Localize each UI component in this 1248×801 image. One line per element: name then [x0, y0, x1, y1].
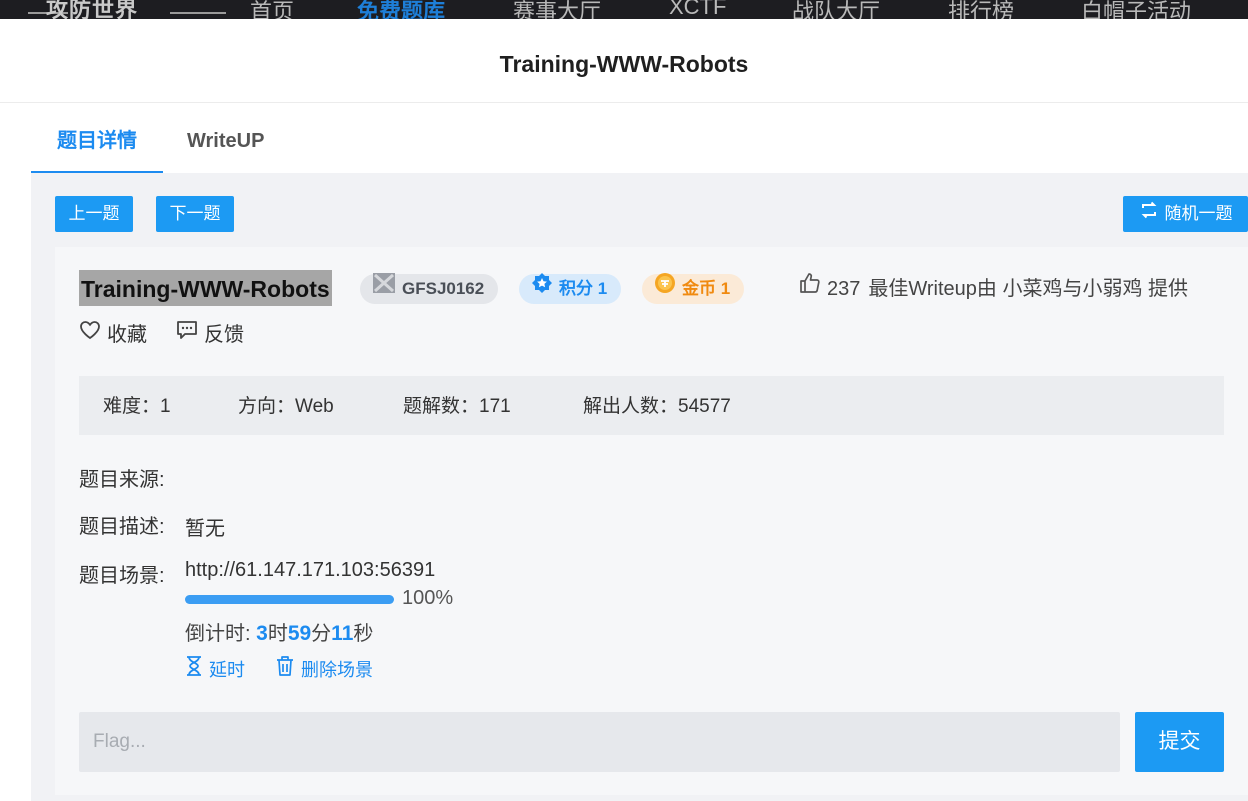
coin-badge: 金币 1: [642, 272, 745, 304]
top-navbar: 攻防世界 首页 免费题库 赛事大厅 XCTF 战队大厅 排行榜 白帽子活动: [0, 0, 1248, 19]
scene-progress-bar: [185, 595, 394, 604]
logo-decoration: [170, 12, 226, 14]
countdown-minutes-unit: 分: [311, 623, 332, 645]
random-challenge-label: 随机一题: [1164, 204, 1233, 223]
prev-challenge-button[interactable]: 上一题: [55, 196, 133, 232]
nav-item-events[interactable]: 赛事大厅: [513, 0, 601, 19]
countdown-hours-unit: 时: [267, 623, 288, 645]
hourglass-icon: [185, 655, 203, 684]
delete-scene-link[interactable]: 删除场景: [275, 655, 373, 684]
random-challenge-button[interactable]: 随机一题: [1123, 196, 1248, 232]
progress-percent: 100%: [402, 587, 454, 609]
direction-stat: 方向：Web: [238, 396, 334, 417]
likes-info: 237 最佳Writeup由 小菜鸡与小弱鸡 提供: [799, 272, 1189, 305]
tab-writeup[interactable]: WriteUP: [187, 104, 264, 174]
title-bar: Training-WWW-Robots: [0, 19, 1248, 103]
feedback-label: 反馈: [204, 324, 244, 346]
nav-item-xctf[interactable]: XCTF: [669, 0, 726, 19]
nav-item-home[interactable]: 首页: [250, 0, 294, 19]
next-challenge-button[interactable]: 下一题: [156, 196, 234, 232]
stats-bar: 难度：1 方向：Web 题解数：171 解出人数：54577: [79, 376, 1224, 435]
nav-item-teams[interactable]: 战队大厅: [792, 0, 880, 19]
submit-button[interactable]: 提交: [1135, 712, 1224, 772]
challenge-name: Training-WWW-Robots: [79, 270, 332, 306]
challenge-panel: 上一题 下一题 随机一题 Training-WWW-Robots GFSJ016…: [31, 173, 1248, 801]
likes-count: 237: [827, 278, 861, 300]
extend-time-link[interactable]: 延时: [185, 655, 245, 684]
scene-url[interactable]: http://61.147.171.103:56391: [185, 559, 435, 582]
score-label: 积分 1: [559, 279, 608, 298]
progress-fill: [185, 595, 394, 604]
nav-item-ranking[interactable]: 排行榜: [948, 0, 1014, 19]
writeup-count-stat: 题解数：171: [403, 396, 511, 417]
feedback-button[interactable]: 反馈: [176, 320, 244, 350]
tab-details[interactable]: 题目详情: [31, 104, 163, 174]
challenge-code: GFSJ0162: [402, 279, 485, 298]
thumbs-up-icon[interactable]: [799, 272, 821, 304]
description-label: 题目描述:: [79, 516, 165, 538]
nav-item-whitehat[interactable]: 白帽子活动: [1081, 0, 1191, 19]
score-badge: 积分 1: [519, 272, 622, 304]
shuffle-icon: [1139, 197, 1159, 233]
site-logo[interactable]: 攻防世界: [46, 0, 138, 19]
challenge-card: Training-WWW-Robots GFSJ0162 积分 1 金币 1 2…: [55, 247, 1248, 795]
feedback-icon: [176, 319, 198, 349]
countdown-seconds-unit: 秒: [353, 623, 374, 645]
coin-icon: [654, 272, 676, 304]
favorite-button[interactable]: 收藏: [79, 320, 147, 350]
favorite-label: 收藏: [107, 324, 147, 346]
flag-input[interactable]: [79, 712, 1120, 772]
countdown-prefix: 倒计时:: [185, 623, 257, 645]
countdown-minutes: 59: [287, 622, 312, 645]
difficulty-stat: 难度：1: [103, 396, 171, 417]
countdown-timer: 倒计时: 3时59分11秒: [185, 617, 373, 646]
challenge-code-badge: GFSJ0162: [360, 272, 499, 304]
solver-count-stat: 解出人数：54577: [583, 396, 731, 417]
star-badge-icon: [531, 272, 553, 304]
page-title: Training-WWW-Robots: [499, 51, 749, 77]
challenge-avatar-icon: [372, 272, 396, 304]
coin-label: 金币 1: [682, 279, 731, 298]
nav-item-free-problems[interactable]: 免费题库: [357, 0, 445, 19]
countdown-seconds: 11: [331, 622, 354, 645]
delete-scene-label: 删除场景: [301, 660, 373, 680]
description-value: 暂无: [185, 518, 225, 540]
trash-icon: [275, 655, 295, 684]
extend-time-label: 延时: [209, 660, 245, 680]
best-writeup-text: 最佳Writeup由 小菜鸡与小弱鸡 提供: [868, 278, 1189, 300]
countdown-hours: 3: [256, 622, 268, 645]
source-label: 题目来源:: [79, 469, 165, 491]
heart-icon: [79, 319, 101, 349]
scene-label: 题目场景:: [79, 565, 165, 587]
